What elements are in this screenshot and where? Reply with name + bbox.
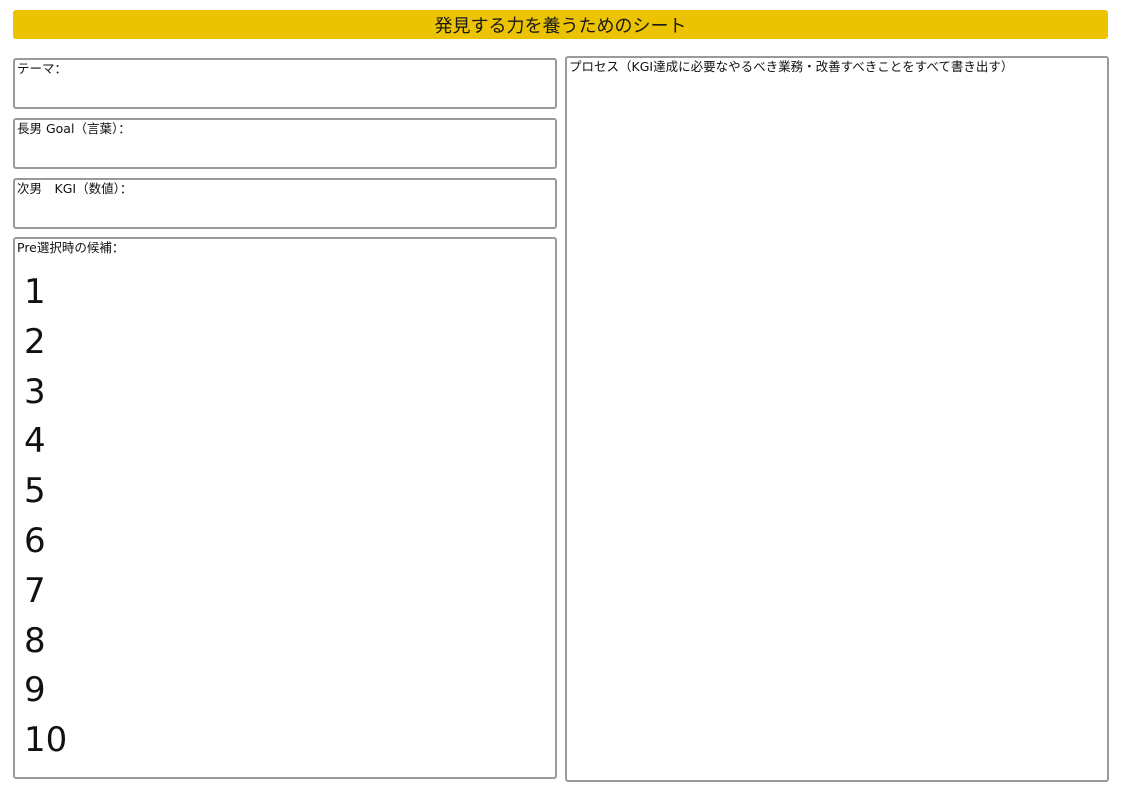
- process-label: プロセス（KGI達成に必要なやるべき業務・改善すべきことをすべて書き出す）: [569, 59, 1014, 74]
- candidate-number-list: 1 2 3 4 5 6 7 8 9 10: [24, 270, 67, 768]
- candidate-number: 2: [24, 321, 46, 362]
- kgi-label: 次男 KGI（数値）：: [17, 181, 133, 196]
- candidate-number: 9: [24, 670, 46, 711]
- sheet-title-bar: 発見する力を養うためのシート: [13, 10, 1108, 39]
- theme-field[interactable]: テーマ：: [13, 58, 557, 109]
- candidates-label: Pre選択時の候補：: [17, 240, 125, 255]
- candidate-number: 10: [24, 720, 68, 761]
- theme-label: テーマ：: [17, 61, 68, 76]
- candidate-number: 7: [24, 570, 46, 611]
- candidate-number: 6: [24, 520, 46, 561]
- kgi-field[interactable]: 次男 KGI（数値）：: [13, 178, 557, 229]
- process-field[interactable]: プロセス（KGI達成に必要なやるべき業務・改善すべきことをすべて書き出す）: [565, 56, 1109, 782]
- sheet-title: 発見する力を養うためのシート: [434, 15, 687, 37]
- goal-label: 長男 Goal（言葉）：: [17, 121, 131, 136]
- candidate-number: 4: [24, 421, 46, 462]
- candidate-number: 5: [24, 471, 46, 512]
- candidate-number: 1: [24, 272, 46, 312]
- candidates-field[interactable]: Pre選択時の候補： 1 2 3 4 5 6 7 8 9 10: [13, 237, 557, 779]
- candidate-number: 8: [24, 620, 46, 661]
- candidate-number: 3: [24, 371, 46, 412]
- goal-field[interactable]: 長男 Goal（言葉）：: [13, 118, 557, 169]
